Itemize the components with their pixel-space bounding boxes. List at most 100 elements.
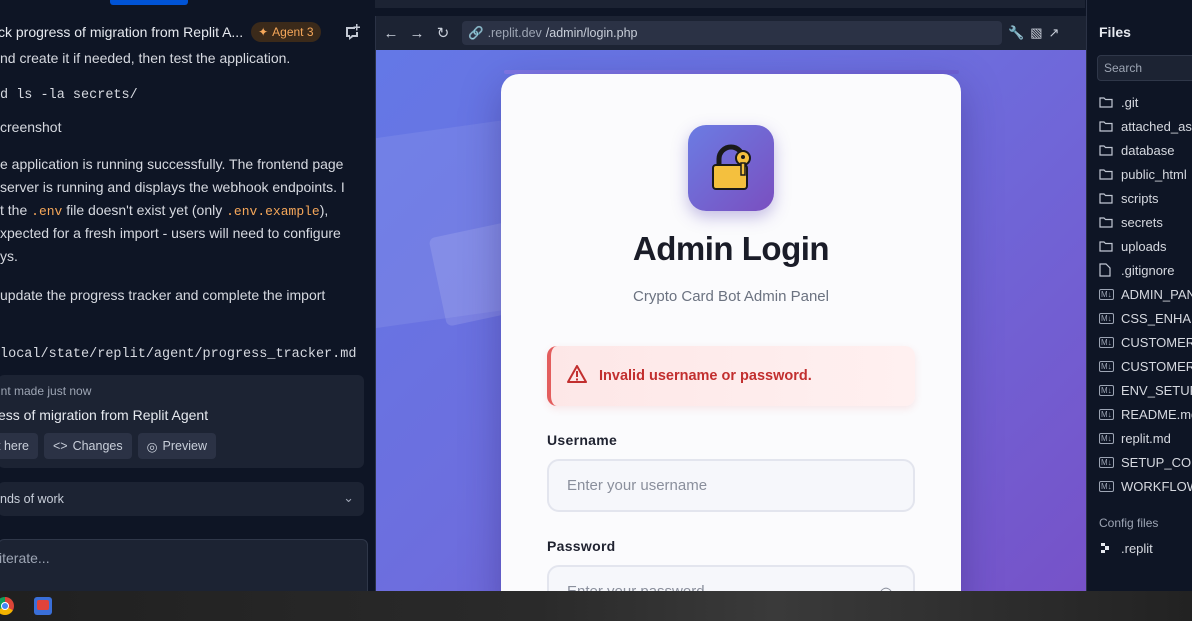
agent-header: ck progress of migration from Replit A..… (0, 18, 374, 46)
file-tree-item[interactable]: attached_as (1099, 116, 1192, 136)
file-tree-item[interactable]: M↓ README.md (1099, 404, 1192, 424)
file-tree-item[interactable]: uploads (1099, 236, 1167, 256)
file-tree-item[interactable]: M↓ replit.md (1099, 428, 1171, 448)
url-path: /admin/login.php (545, 26, 638, 40)
link-icon: 🔗 (468, 25, 484, 40)
file-tree-item[interactable]: M↓ WORKFLOW (1099, 476, 1192, 496)
password-input[interactable]: Enter your password ◎ (547, 565, 915, 591)
file-name: database (1121, 142, 1175, 158)
agent-message-line: update the progress tracker and complete… (0, 287, 326, 303)
file-tree-item[interactable]: scripts (1099, 188, 1159, 208)
work-summary-label: nds of work (0, 492, 64, 506)
files-panel: Files Search .git attached_as database p… (1086, 0, 1192, 591)
password-placeholder: Enter your password (567, 583, 705, 591)
markdown-icon: M↓ (1099, 384, 1114, 396)
checkpoint-title: ess of migration from Replit Agent (0, 407, 209, 423)
markdown-icon: M↓ (1099, 456, 1114, 468)
file-tree-item[interactable]: .git (1099, 92, 1138, 112)
markdown-icon: M↓ (1099, 480, 1114, 492)
file-name: README.md (1121, 406, 1192, 422)
page-subtitle: Crypto Card Bot Admin Panel (633, 288, 829, 305)
file-icon (1099, 263, 1115, 277)
file-tree-item[interactable]: secrets (1099, 212, 1163, 232)
text-span: file doesn't exist yet (only (66, 202, 223, 218)
file-tree-item[interactable]: public_html (1099, 164, 1187, 184)
login-card: Admin Login Crypto Card Bot Admin Panel … (501, 74, 961, 591)
forward-arrow-icon[interactable]: → (404, 25, 430, 42)
password-label: Password (547, 538, 616, 554)
reload-icon[interactable]: ↻ (430, 24, 456, 42)
file-name: CSS_ENHAN (1121, 310, 1192, 326)
agent-task-title: ck progress of migration from Replit A..… (0, 24, 244, 40)
chevron-down-icon: ⌄ (343, 490, 354, 505)
text-span: ), (319, 202, 329, 218)
shell-command: d ls -la secrets/ (0, 88, 138, 103)
file-tree-item[interactable]: .gitignore (1099, 260, 1174, 280)
eye-icon[interactable]: ◎ (879, 583, 893, 591)
folder-icon (1099, 144, 1115, 156)
file-name: ADMIN_PAN (1121, 286, 1192, 302)
agent-message-line: ys. (0, 248, 18, 264)
code-icon: <> (52, 439, 68, 453)
folder-icon (1099, 120, 1115, 132)
pane-tab-strip (375, 0, 1085, 8)
agent-badge[interactable]: ✦ Agent 3 (251, 22, 321, 42)
rollback-label: t here (0, 439, 29, 453)
agent-message-line: e application is running successfully. T… (0, 156, 344, 172)
folder-icon (1099, 240, 1115, 252)
file-name: scripts (1121, 190, 1159, 206)
agent-panel: ck progress of migration from Replit A..… (0, 0, 374, 591)
agent-message-line: t the .env file doesn't exist yet (only … (0, 199, 328, 223)
webview-pane: ← → ↻ 🔗 .replit.dev/admin/login.php 🔧 ▧ … (375, 16, 1086, 591)
screenshot-action: creenshot (0, 119, 62, 135)
file-tree-item[interactable]: M↓ CSS_ENHAN (1099, 308, 1192, 328)
file-name: SETUP_COM (1121, 454, 1192, 470)
file-tree-item[interactable]: M↓ ADMIN_PAN (1099, 284, 1192, 304)
open-external-icon[interactable]: ↗ (1048, 25, 1059, 41)
chrome-icon[interactable] (0, 597, 14, 615)
devtools-wrench-icon[interactable]: 🔧 (1008, 25, 1024, 41)
agent-message-line: server is running and displays the webho… (0, 179, 345, 195)
new-chat-icon[interactable] (344, 24, 360, 40)
file-name: .replit (1121, 540, 1153, 556)
changes-button[interactable]: <> Changes (43, 433, 132, 459)
file-name: WORKFLOW (1121, 478, 1192, 494)
file-tree-item[interactable]: M↓ CUSTOMER_ (1099, 356, 1192, 376)
markdown-icon: M↓ (1099, 288, 1114, 300)
page-title: Admin Login (632, 230, 830, 267)
files-title: Files (1099, 24, 1131, 40)
error-message: Invalid username or password. (599, 368, 812, 384)
markdown-icon: M↓ (1099, 336, 1114, 348)
agent-icon: ✦ (258, 25, 269, 39)
file-tree-item[interactable]: database (1099, 140, 1175, 160)
text-span: t the (0, 202, 28, 218)
agent-prompt-input[interactable]: iterate... (0, 539, 368, 591)
files-search-input[interactable]: Search (1097, 55, 1192, 81)
agent-badge-label: Agent 3 (272, 25, 314, 39)
file-tree-item[interactable]: .replit (1099, 538, 1153, 558)
username-input[interactable]: Enter your username (547, 459, 915, 512)
preview-button[interactable]: ◎ Preview (137, 433, 217, 459)
url-field[interactable]: 🔗 .replit.dev/admin/login.php (462, 21, 1002, 45)
file-name: uploads (1121, 238, 1167, 254)
os-taskbar (0, 591, 1192, 621)
rollback-button[interactable]: t here (0, 433, 38, 459)
inline-code: .env (31, 204, 63, 219)
back-arrow-icon[interactable]: ← (378, 25, 404, 42)
device-toggle-icon[interactable]: ▧ (1030, 25, 1042, 41)
folder-icon (1099, 96, 1115, 108)
file-tree-item[interactable]: M↓ ENV_SETUP_ (1099, 380, 1192, 400)
prompt-placeholder: iterate... (0, 550, 50, 566)
changes-label: Changes (72, 439, 123, 453)
folder-icon (1099, 168, 1115, 180)
checkpoint-meta: int made just now (0, 384, 92, 398)
work-summary-toggle[interactable]: nds of work ⌄ (0, 482, 364, 516)
file-tree-item[interactable]: M↓ CUSTOMER_ (1099, 332, 1192, 352)
file-name: ENV_SETUP_ (1121, 382, 1192, 398)
app-icon[interactable] (34, 597, 52, 615)
warning-icon (567, 364, 587, 388)
url-bar: ← → ↻ 🔗 .replit.dev/admin/login.php 🔧 ▧ … (376, 16, 1086, 50)
replit-icon (1099, 542, 1115, 554)
file-tree-item[interactable]: M↓ SETUP_COM (1099, 452, 1192, 472)
checkpoint-actions: t here <> Changes ◎ Preview (0, 433, 217, 459)
